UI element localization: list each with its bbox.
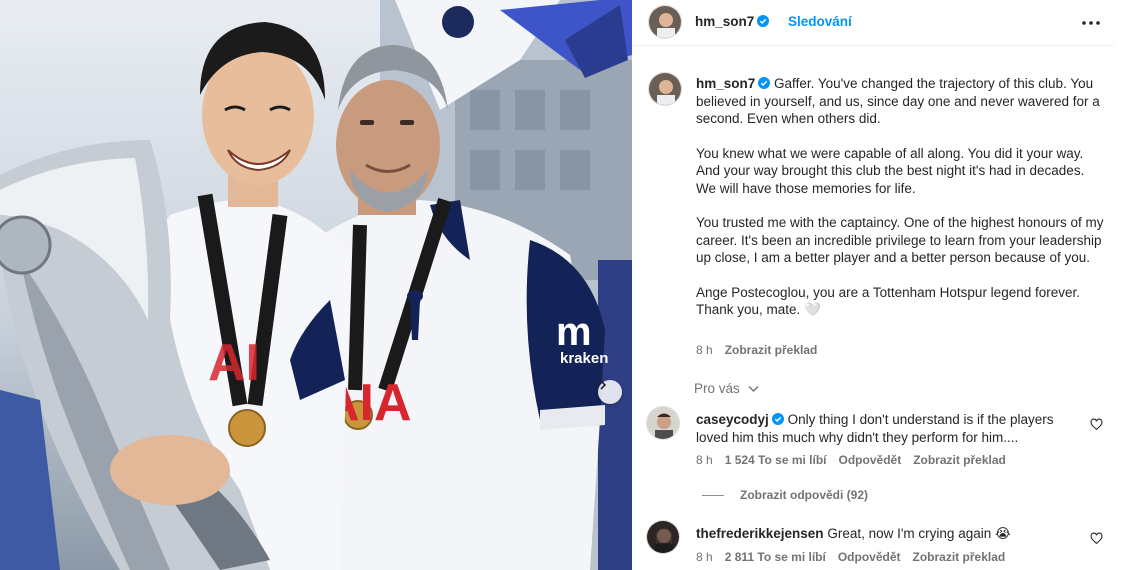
replies-divider — [702, 494, 724, 496]
comment-time: 8 h — [696, 550, 713, 564]
caption-avatar[interactable] — [648, 72, 682, 106]
post-header: hm_son7 Sledování — [632, 0, 1114, 46]
post-detail-panel: hm_son7 Sledování hm_son7 Gaffer. You've… — [632, 0, 1140, 570]
comment-item: thefrederikkejensen Great, now I'm cryin… — [696, 525, 1076, 543]
caption-meta: 8 h Zobrazit překlad — [696, 343, 829, 357]
reply-button[interactable]: Odpovědět — [838, 550, 901, 564]
comment-meta: 8 h 2 811 To se mi líbí Odpovědět Zobrazit … — [696, 550, 1017, 564]
post-caption: hm_son7 Gaffer. You've changed the traje… — [696, 75, 1106, 319]
author-avatar[interactable] — [648, 5, 682, 39]
photo-illustration: AIA m kraken AI — [0, 0, 632, 570]
author-username[interactable]: hm_son7 — [695, 14, 770, 29]
comment-avatar[interactable] — [646, 406, 680, 440]
for-you-filter[interactable]: Pro vás — [694, 381, 759, 396]
svg-text:m: m — [556, 310, 592, 354]
caption-paragraph: Ange Postecoglou, you are a Tottenham Ho… — [696, 284, 1080, 318]
comment-likes[interactable]: 1 524 To se mi líbí — [725, 453, 827, 467]
comment-meta: 8 h 1 524 To se mi líbí Odpovědět Zobrazit … — [696, 453, 1018, 467]
verified-badge-icon — [757, 15, 770, 27]
comment-item: caseycodyj Only thing I don't understand… — [696, 411, 1076, 446]
caption-paragraph: You trusted me with the captaincy. One o… — [696, 215, 1104, 265]
for-you-label: Pro vás — [694, 381, 740, 396]
view-replies-label: Zobrazit odpovědi (92) — [740, 488, 869, 502]
comment-likes[interactable]: 2 811 To se mi líbí — [725, 550, 826, 564]
verified-badge-icon — [758, 77, 771, 89]
comment-text: Great, now I'm crying again 😭 — [827, 526, 1011, 541]
verified-badge-icon — [771, 413, 784, 425]
next-image-button[interactable] — [598, 380, 622, 404]
post-photo: AIA m kraken AI — [0, 0, 632, 570]
comment-username[interactable]: thefrederikkejensen — [696, 526, 824, 541]
comment-translate-link[interactable]: Zobrazit překlad — [913, 453, 1006, 467]
comment-avatar[interactable] — [646, 520, 680, 554]
sleeve-sponsor: kraken — [560, 350, 608, 367]
reply-button[interactable]: Odpovědět — [839, 453, 902, 467]
comment-translate-link[interactable]: Zobrazit překlad — [913, 550, 1006, 564]
more-options-icon[interactable] — [1080, 14, 1102, 32]
comment-username[interactable]: caseycodyj — [696, 412, 784, 427]
chevron-down-icon — [748, 386, 759, 392]
chevron-right-icon — [600, 380, 607, 390]
caption-paragraph: You knew what we were capable of all alo… — [696, 145, 1085, 196]
caption-translate-link[interactable]: Zobrazit překlad — [725, 343, 818, 357]
heart-icon[interactable] — [1090, 532, 1103, 545]
svg-text:AI: AI — [208, 334, 260, 392]
view-replies-button[interactable]: Zobrazit odpovědi (92) — [702, 488, 868, 502]
following-button[interactable]: Sledování — [788, 14, 852, 29]
heart-icon[interactable] — [1090, 418, 1103, 431]
comment-time: 8 h — [696, 453, 713, 467]
caption-username[interactable]: hm_son7 — [696, 76, 771, 91]
caption-time: 8 h — [696, 343, 713, 357]
